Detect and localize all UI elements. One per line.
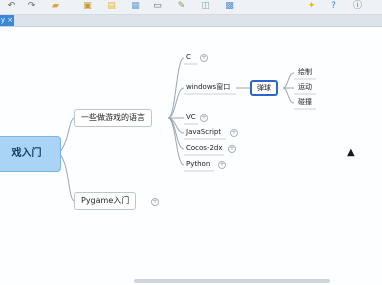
lang-node-python[interactable]: Python: [184, 159, 212, 170]
connector-line-windows: [167, 87, 185, 119]
horizontal-scrollbar[interactable]: [134, 279, 330, 283]
connector-line-draw: [282, 72, 295, 89]
expand-icon[interactable]: +: [200, 114, 208, 122]
action-node-move[interactable]: 运动: [296, 82, 314, 93]
expand-icon[interactable]: +: [218, 161, 226, 169]
branch-node-languages[interactable]: 一些做游戏的语言: [74, 109, 152, 127]
lang-node-javascript[interactable]: JavaScript: [184, 127, 223, 138]
root-node[interactable]: 戏入门: [0, 136, 61, 172]
expand-icon[interactable]: +: [230, 129, 238, 137]
expand-icon[interactable]: +: [200, 54, 208, 62]
connector-line-collide: [282, 87, 295, 104]
connector-line-branch1: [58, 117, 75, 154]
expand-icon[interactable]: +: [228, 145, 236, 153]
lang-node-vc[interactable]: VC: [184, 112, 198, 123]
lang-node-windows[interactable]: windows窗口: [184, 82, 232, 93]
lang-node-cocos[interactable]: Cocos-2dx: [184, 143, 225, 154]
action-node-collide[interactable]: 碰撞: [296, 97, 314, 108]
expand-icon[interactable]: +: [151, 198, 159, 206]
connector-line-c: [167, 57, 185, 119]
action-node-draw[interactable]: 绘制: [296, 67, 314, 78]
connector-line-branch2: [58, 152, 75, 202]
branch-node-pygame[interactable]: Pygame入门: [74, 192, 137, 210]
mouse-cursor-icon: ▲: [347, 147, 355, 158]
lang-node-c[interactable]: C: [184, 52, 193, 63]
selected-node-pinball[interactable]: 弹球: [250, 80, 278, 96]
